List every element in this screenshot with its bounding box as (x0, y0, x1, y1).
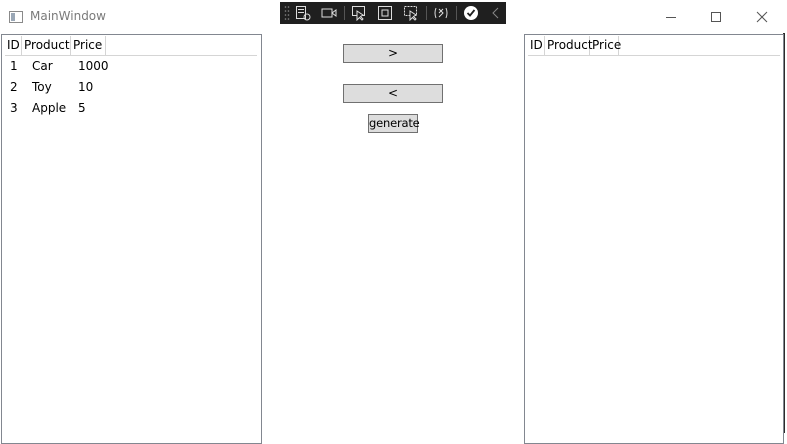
cell-id: 1 (10, 59, 18, 73)
xaml-debug-toolbar (280, 2, 506, 24)
grid-rows: 1 Car 1000 2 Toy 10 3 Apple 5 (5, 56, 118, 119)
check-circle-icon[interactable] (463, 5, 479, 21)
cursor-select-icon[interactable] (351, 5, 367, 21)
main-window: MainWindow ID Product Price 1 Car 1000 2… (0, 0, 785, 444)
minimize-icon (666, 16, 676, 18)
table-row[interactable]: 1 Car 1000 (5, 56, 118, 77)
column-header-id[interactable]: ID (5, 36, 22, 56)
cell-price: 1000 (78, 59, 109, 73)
column-header-price[interactable]: Price (590, 36, 621, 56)
generate-button[interactable]: generate (368, 114, 420, 133)
move-left-button[interactable]: < (343, 84, 443, 103)
column-header-row: ID Product Price (528, 36, 621, 56)
column-header-product[interactable]: Product (545, 36, 593, 56)
window-title: MainWindow (30, 9, 106, 23)
collapse-chevron-icon[interactable] (488, 5, 504, 21)
toolbar-separator (426, 6, 427, 20)
table-row[interactable]: 3 Apple 5 (5, 98, 118, 119)
cell-product: Car (32, 59, 53, 73)
cell-product: Apple (32, 101, 67, 115)
toolbar-separator (456, 6, 457, 20)
header-divider (105, 55, 257, 56)
cell-product: Toy (32, 80, 52, 94)
cell-price: 10 (78, 80, 94, 94)
column-header-id[interactable]: ID (528, 36, 545, 56)
target-data-grid[interactable]: ID Product Price (524, 34, 784, 444)
track-focus-icon[interactable] (403, 5, 419, 21)
column-header-product[interactable]: Product (22, 36, 71, 56)
move-right-button[interactable]: > (343, 44, 443, 63)
maximize-button[interactable] (693, 0, 739, 33)
grip-icon[interactable] (284, 5, 290, 21)
source-data-grid[interactable]: ID Product Price 1 Car 1000 2 Toy 10 3 A… (1, 34, 262, 444)
display-layout-icon[interactable] (377, 5, 393, 21)
close-icon (756, 11, 768, 22)
cell-price: 5 (78, 101, 86, 115)
cell-id: 2 (10, 80, 18, 94)
minimize-button[interactable] (648, 0, 694, 33)
app-window-icon (9, 11, 23, 23)
select-element-icon[interactable] (295, 5, 311, 21)
table-row[interactable]: 2 Toy 10 (5, 77, 118, 98)
toolbar-separator (344, 6, 345, 20)
column-header-row: ID Product Price (5, 36, 106, 56)
header-divider (618, 55, 780, 56)
hot-reload-icon[interactable] (433, 5, 449, 21)
close-button[interactable] (739, 0, 785, 33)
video-camera-icon[interactable] (321, 5, 337, 21)
column-header-price[interactable]: Price (71, 36, 106, 56)
maximize-icon (711, 11, 721, 22)
cell-id: 3 (10, 101, 18, 115)
